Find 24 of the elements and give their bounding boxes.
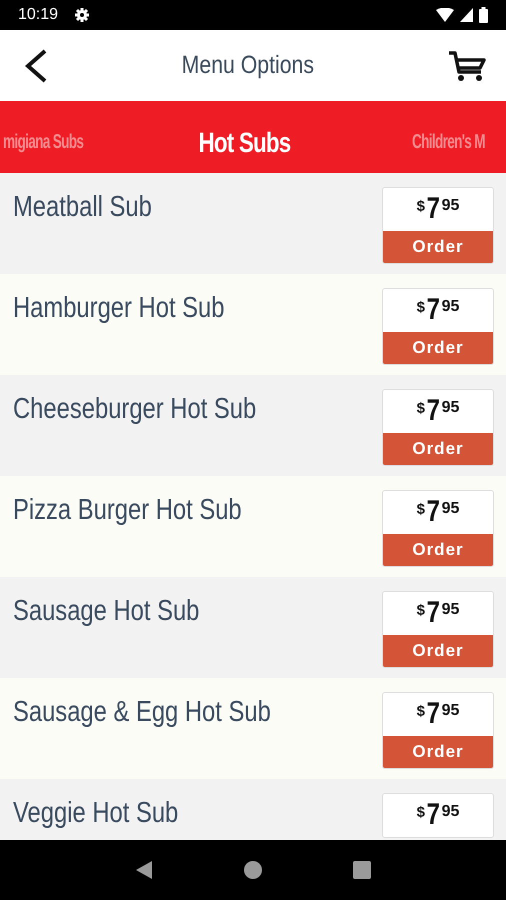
item-name: Veggie Hot Sub — [13, 797, 178, 830]
order-button[interactable]: Order — [383, 534, 493, 566]
home-icon[interactable] — [242, 860, 263, 880]
item-name: Meatball Sub — [13, 191, 152, 224]
order-button[interactable]: Order — [383, 332, 493, 364]
item-name: Hamburger Hot Sub — [13, 292, 224, 325]
battery-icon — [479, 7, 488, 23]
order-button[interactable]: Order — [383, 433, 493, 465]
wifi-icon — [436, 8, 454, 22]
item-name: Pizza Burger Hot Sub — [13, 494, 242, 527]
back-icon[interactable] — [24, 48, 48, 82]
recents-icon[interactable] — [352, 860, 372, 880]
cart-icon[interactable] — [448, 50, 486, 82]
order-button[interactable]: Order — [383, 736, 493, 768]
order-button[interactable]: Order — [383, 231, 493, 263]
status-time: 10:19 — [18, 6, 58, 24]
item-name: Sausage & Egg Hot Sub — [13, 696, 271, 729]
order-button[interactable]: Order — [383, 635, 493, 667]
signal-icon — [460, 8, 473, 22]
page-title: Menu Options — [182, 51, 314, 80]
item-name: Cheeseburger Hot Sub — [13, 393, 256, 426]
item-name: Sausage Hot Sub — [13, 595, 200, 628]
settings-icon — [74, 7, 90, 23]
back-nav-icon[interactable] — [134, 860, 154, 880]
